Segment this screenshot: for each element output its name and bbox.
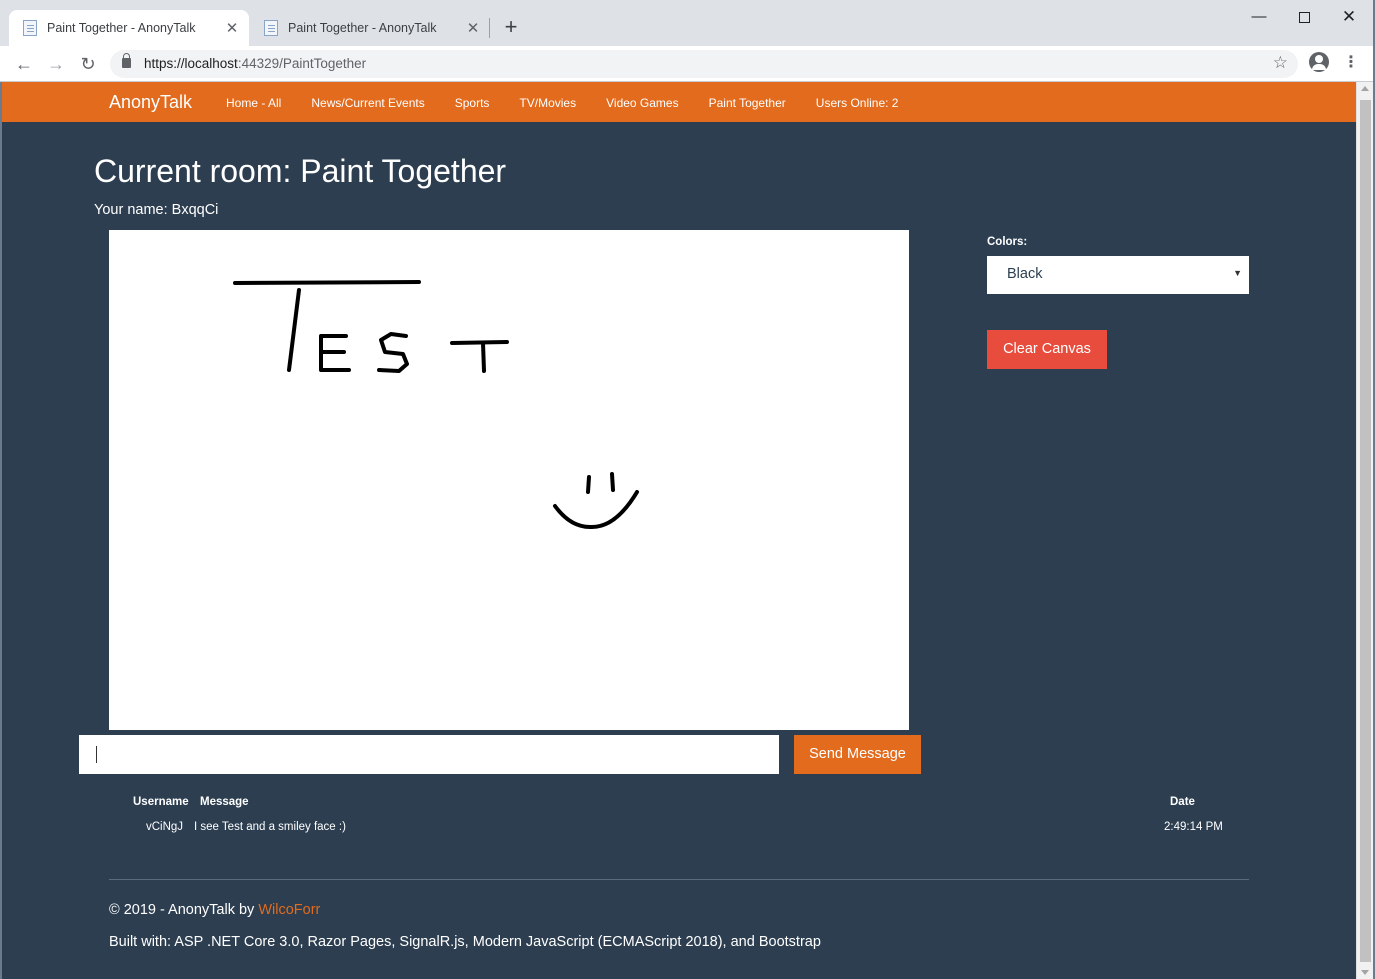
account-icon[interactable]	[1309, 52, 1329, 72]
footer-built-with: Built with: ASP .NET Core 3.0, Razor Pag…	[109, 934, 821, 950]
text-caret	[96, 746, 97, 763]
nav-link-home[interactable]: Home - All	[226, 96, 281, 110]
tab-title: Paint Together - AnonyTalk	[47, 21, 196, 35]
colors-label: Colors:	[987, 236, 1028, 248]
kebab-menu-icon[interactable]: ⋮	[1343, 53, 1359, 73]
column-header-username: Username	[133, 796, 189, 808]
message-input[interactable]	[79, 735, 779, 774]
scroll-up-icon[interactable]	[1361, 86, 1369, 91]
footer-copyright: © 2019 - AnonyTalk by WilcoForr	[109, 902, 320, 918]
star-icon[interactable]: ☆	[1273, 53, 1288, 73]
arrow-left-icon[interactable]: ←	[11, 51, 37, 77]
address-bar[interactable]: https://localhost:44329/PaintTogether ☆	[110, 50, 1298, 78]
column-header-message: Message	[200, 796, 249, 808]
drawing-stroke	[233, 280, 421, 285]
scrollbar-thumb[interactable]	[1360, 100, 1371, 962]
vertical-scrollbar[interactable]	[1356, 82, 1373, 979]
tab-title: Paint Together - AnonyTalk	[288, 21, 437, 35]
new-tab-icon[interactable]: +	[499, 15, 523, 39]
scroll-down-icon[interactable]	[1361, 970, 1369, 975]
url-host: https://localhost	[144, 56, 238, 71]
browser-chrome: Paint Together - AnonyTalk ✕ Paint Toget…	[0, 0, 1375, 82]
brand-logo[interactable]: AnonyTalk	[109, 92, 192, 113]
nav-link-tv-movies[interactable]: TV/Movies	[519, 96, 576, 110]
footer-divider	[109, 879, 1249, 880]
title-bar	[0, 0, 1375, 6]
drawing-stroke	[553, 490, 639, 530]
page-viewport: AnonyTalk Home - All News/Current Events…	[2, 82, 1356, 979]
message-username: vCiNgJ	[146, 821, 184, 833]
nav-link-sports[interactable]: Sports	[455, 96, 490, 110]
page-favicon-icon	[23, 20, 37, 36]
close-tab-icon[interactable]: ✕	[221, 19, 243, 37]
nav-link-video-games[interactable]: Video Games	[606, 96, 679, 110]
nav-link-paint-together[interactable]: Paint Together	[709, 96, 786, 110]
lock-icon[interactable]	[122, 53, 131, 68]
url-path: :44329/PaintTogether	[237, 56, 367, 71]
browser-tab-inactive[interactable]: Paint Together - AnonyTalk ✕	[250, 10, 490, 46]
arrow-right-icon[interactable]: →	[43, 51, 69, 77]
page-title: Current room: Paint Together	[94, 153, 507, 189]
message-text: I see Test and a smiley face :)	[194, 821, 346, 833]
window-close-icon[interactable]: ✕	[1326, 4, 1372, 30]
send-message-button[interactable]: Send Message	[794, 735, 921, 774]
browser-tab-active[interactable]: Paint Together - AnonyTalk ✕	[9, 10, 249, 46]
drawing-stroke	[586, 475, 591, 494]
paint-canvas[interactable]	[109, 230, 909, 730]
chevron-down-icon: ▼	[1233, 268, 1242, 278]
drawing-stroke	[450, 340, 509, 345]
message-date: 2:49:14 PM	[1164, 821, 1223, 833]
drawing-stroke	[610, 472, 615, 492]
copyright-text: © 2019 - AnonyTalk by	[109, 902, 259, 918]
selected-color: Black	[1007, 266, 1043, 282]
author-link[interactable]: WilcoForr	[258, 902, 320, 918]
drawing-stroke	[287, 288, 301, 372]
drawing-stroke	[377, 332, 409, 373]
close-tab-icon[interactable]: ✕	[462, 19, 484, 37]
column-header-date: Date	[1170, 796, 1195, 808]
browser-toolbar: ← → ↻ https://localhost:44329/PaintToget…	[0, 46, 1375, 82]
color-select[interactable]: Black ▼	[987, 256, 1249, 294]
canvas-drawing	[233, 280, 639, 530]
site-navbar: AnonyTalk Home - All News/Current Events…	[2, 82, 1356, 122]
reload-icon[interactable]: ↻	[75, 51, 101, 77]
drawing-stroke	[481, 341, 486, 373]
maximize-icon[interactable]	[1281, 4, 1327, 30]
nav-link-news[interactable]: News/Current Events	[311, 96, 424, 110]
clear-canvas-button[interactable]: Clear Canvas	[987, 330, 1107, 369]
url-text[interactable]: https://localhost:44329/PaintTogether	[144, 56, 366, 71]
minimize-icon[interactable]: —	[1236, 4, 1282, 30]
page-favicon-icon	[264, 20, 278, 36]
tab-divider	[489, 18, 490, 38]
user-name-label: Your name: BxqqCi	[94, 202, 219, 218]
users-online-count: Users Online: 2	[815, 96, 899, 110]
nav-links: Home - All News/Current Events Sports TV…	[226, 96, 898, 110]
